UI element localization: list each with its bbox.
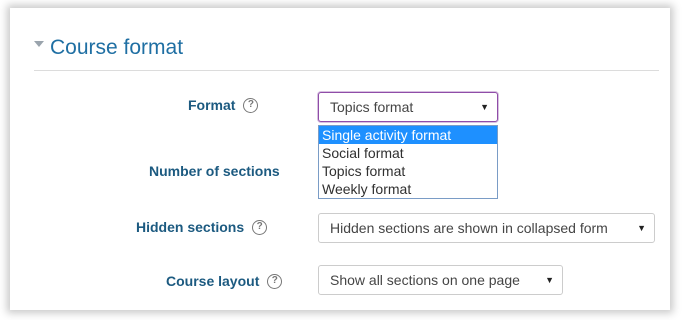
course-layout-label: Course layout <box>166 273 260 289</box>
section-toggle[interactable]: Course format <box>34 36 183 60</box>
format-label: Format <box>188 97 236 113</box>
format-label-group: Format ? <box>188 97 259 113</box>
format-select[interactable]: Topics format ▼ <box>318 92 498 122</box>
format-option[interactable]: Single activity format <box>319 126 497 144</box>
section-divider <box>34 70 659 71</box>
format-option[interactable]: Weekly format <box>319 180 497 198</box>
format-dropdown-list: Single activity format Social format Top… <box>318 125 498 199</box>
num-sections-label: Number of sections <box>149 163 280 179</box>
format-option[interactable]: Topics format <box>319 162 497 180</box>
question-circle-icon[interactable]: ? <box>252 219 268 235</box>
num-sections-label-group: Number of sections <box>149 163 280 179</box>
select-arrow-icon: ▼ <box>545 275 554 285</box>
select-arrow-icon: ▼ <box>480 102 489 112</box>
format-option[interactable]: Social format <box>319 144 497 162</box>
select-arrow-icon: ▼ <box>637 223 646 233</box>
format-select-value: Topics format <box>330 99 414 115</box>
section-title: Course format <box>50 36 184 59</box>
course-layout-label-group: Course layout ? <box>166 273 283 289</box>
course-layout-select-value: Show all sections on one page <box>330 272 520 288</box>
hidden-sections-select-value: Hidden sections are shown in collapsed f… <box>330 220 608 236</box>
course-format-panel: Course format Format ? Topics format ▼ S… <box>22 20 668 310</box>
question-circle-icon[interactable]: ? <box>267 273 283 289</box>
hidden-sections-label-group: Hidden sections ? <box>136 219 268 235</box>
caret-down-icon <box>34 41 44 47</box>
hidden-sections-select[interactable]: Hidden sections are shown in collapsed f… <box>318 213 655 243</box>
question-circle-icon[interactable]: ? <box>243 97 259 113</box>
hidden-sections-label: Hidden sections <box>136 219 245 235</box>
course-layout-select[interactable]: Show all sections on one page ▼ <box>318 265 563 295</box>
